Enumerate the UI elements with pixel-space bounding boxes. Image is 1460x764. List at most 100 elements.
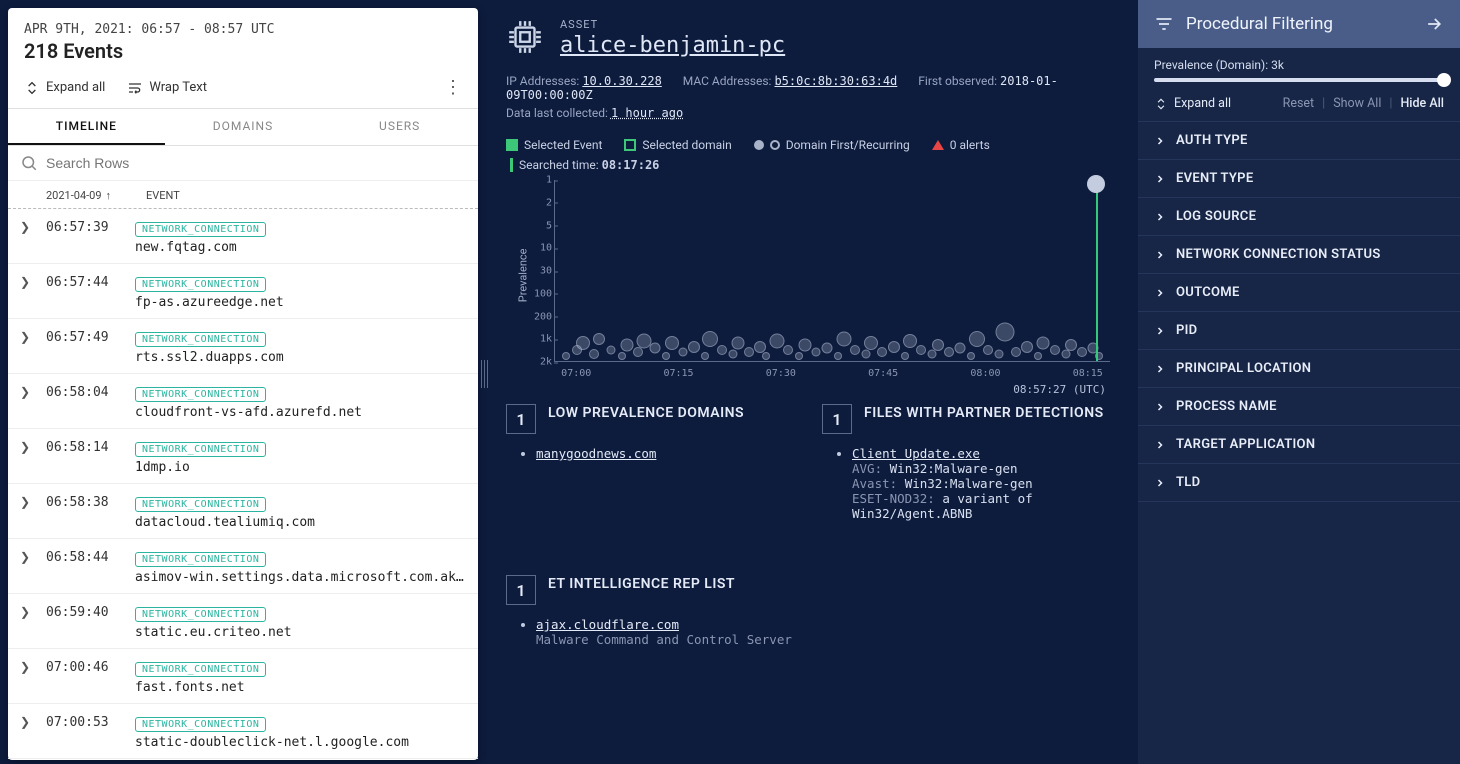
- chart-point[interactable]: [821, 343, 832, 354]
- event-row[interactable]: ❯ 06:59:40 NETWORK_CONNECTION static.eu.…: [8, 594, 478, 649]
- chevron-right-icon[interactable]: ❯: [20, 492, 32, 509]
- chart-point[interactable]: [770, 334, 785, 349]
- chart-point[interactable]: [649, 343, 660, 354]
- chart-point[interactable]: [621, 338, 634, 351]
- chart-point[interactable]: [662, 352, 670, 360]
- chart-point[interactable]: [903, 334, 917, 348]
- chart-point[interactable]: [901, 352, 909, 360]
- chart-point[interactable]: [798, 338, 811, 351]
- chart-point[interactable]: [834, 352, 842, 360]
- chart-point[interactable]: [762, 352, 770, 360]
- expand-all-button[interactable]: Expand all: [24, 80, 105, 96]
- chart-point[interactable]: [995, 349, 1004, 358]
- event-row[interactable]: ❯ 07:01:27 NETWORK_CONNECTION gsp57-ssl-…: [8, 759, 478, 760]
- chevron-right-icon[interactable]: ❯: [20, 602, 32, 619]
- chart-point[interactable]: [995, 323, 1014, 342]
- low-prev-domain-link[interactable]: manygoodnews.com: [536, 446, 656, 461]
- event-row[interactable]: ❯ 06:57:39 NETWORK_CONNECTION new.fqtag.…: [8, 209, 478, 264]
- chart-point[interactable]: [888, 341, 900, 353]
- event-row[interactable]: ❯ 06:57:49 NETWORK_CONNECTION rts.ssl2.d…: [8, 319, 478, 374]
- chart-point[interactable]: [928, 349, 937, 358]
- chart-point[interactable]: [702, 331, 718, 347]
- chart-point[interactable]: [1037, 336, 1050, 349]
- more-menu-button[interactable]: ⋮: [444, 77, 462, 98]
- filter-section[interactable]: LOG SOURCE: [1138, 198, 1460, 236]
- prevalence-slider[interactable]: [1154, 78, 1444, 82]
- tab-domains[interactable]: DOMAINS: [165, 109, 322, 145]
- chevron-right-icon[interactable]: ❯: [20, 437, 32, 454]
- chart-point[interactable]: [589, 349, 599, 359]
- event-row[interactable]: ❯ 07:00:53 NETWORK_CONNECTION static-dou…: [8, 704, 478, 759]
- events-list[interactable]: ❯ 06:57:39 NETWORK_CONNECTION new.fqtag.…: [8, 209, 478, 760]
- event-row[interactable]: ❯ 06:58:04 NETWORK_CONNECTION cloudfront…: [8, 374, 478, 429]
- wrap-text-button[interactable]: Wrap Text: [127, 80, 207, 96]
- tab-timeline[interactable]: TIMELINE: [8, 109, 165, 145]
- et-domain-link[interactable]: ajax.cloudflare.com: [536, 617, 679, 632]
- chart-point[interactable]: [732, 336, 745, 349]
- chart-point[interactable]: [606, 346, 615, 355]
- chart-point[interactable]: [864, 336, 878, 350]
- chart-point[interactable]: [932, 339, 944, 351]
- chart-point[interactable]: [861, 349, 870, 358]
- filter-section[interactable]: EVENT TYPE: [1138, 160, 1460, 198]
- chevron-right-icon[interactable]: ❯: [20, 657, 32, 674]
- chart-point[interactable]: [795, 352, 803, 360]
- filter-section[interactable]: TLD: [1138, 464, 1460, 502]
- event-row[interactable]: ❯ 07:00:46 NETWORK_CONNECTION fast.fonts…: [8, 649, 478, 704]
- filter-section[interactable]: NETWORK CONNECTION STATUS: [1138, 236, 1460, 274]
- chart-point[interactable]: [1061, 349, 1070, 358]
- chevron-right-icon[interactable]: ❯: [20, 217, 32, 234]
- chart-point[interactable]: [1021, 341, 1033, 353]
- chevron-right-icon[interactable]: ❯: [20, 327, 32, 344]
- chart-point[interactable]: [728, 349, 737, 358]
- filter-section[interactable]: AUTH TYPE: [1138, 122, 1460, 160]
- chart-point[interactable]: [1011, 347, 1021, 357]
- chart-point[interactable]: [744, 347, 754, 357]
- filter-section[interactable]: PROCESS NAME: [1138, 388, 1460, 426]
- ip-value[interactable]: 10.0.30.228: [582, 74, 661, 88]
- chart-point[interactable]: [678, 347, 687, 356]
- tab-users[interactable]: USERS: [321, 109, 478, 145]
- chart-point[interactable]: [576, 336, 590, 350]
- chart-point[interactable]: [850, 345, 860, 355]
- chart-point[interactable]: [665, 336, 679, 350]
- chart-point[interactable]: [983, 345, 993, 355]
- chart-point[interactable]: [1050, 345, 1060, 355]
- mac-value[interactable]: b5:0c:8b:30:63:4d: [774, 74, 897, 88]
- chart-point[interactable]: [783, 345, 793, 355]
- chevron-right-icon[interactable]: ❯: [20, 712, 32, 729]
- chart-point[interactable]: [1034, 352, 1042, 360]
- event-row[interactable]: ❯ 06:58:14 NETWORK_CONNECTION 1dmp.io: [8, 429, 478, 484]
- chart-point[interactable]: [717, 345, 727, 355]
- col-event[interactable]: EVENT: [146, 189, 180, 202]
- chart-point[interactable]: [969, 331, 985, 347]
- filter-section[interactable]: OUTCOME: [1138, 274, 1460, 312]
- chart-point[interactable]: [967, 352, 975, 360]
- chevron-right-icon[interactable]: ❯: [20, 547, 32, 564]
- filter-section[interactable]: TARGET APPLICATION: [1138, 426, 1460, 464]
- hide-all-button[interactable]: Hide All: [1400, 96, 1444, 111]
- filter-section[interactable]: PRINCIPAL LOCATION: [1138, 350, 1460, 388]
- col-date[interactable]: 2021-04-09 ↑: [46, 189, 146, 202]
- chart-point[interactable]: [836, 332, 851, 347]
- reset-button[interactable]: Reset: [1283, 96, 1315, 111]
- chart-point[interactable]: [1065, 339, 1077, 351]
- collapse-panel-button[interactable]: [1424, 14, 1444, 34]
- file-link[interactable]: Client Update.exe: [852, 446, 980, 461]
- chart-point[interactable]: [955, 343, 966, 354]
- asset-name-link[interactable]: alice-benjamin-pc: [560, 33, 785, 58]
- filter-section[interactable]: PID: [1138, 312, 1460, 350]
- event-row[interactable]: ❯ 06:58:44 NETWORK_CONNECTION asimov-win…: [8, 539, 478, 594]
- chevron-right-icon[interactable]: ❯: [20, 272, 32, 289]
- chart-point[interactable]: [593, 333, 605, 345]
- chevron-right-icon[interactable]: ❯: [20, 382, 32, 399]
- chart-point[interactable]: [811, 347, 820, 356]
- search-input[interactable]: [46, 155, 466, 171]
- prevalence-chart[interactable]: Prevalence 12510301002001k2k 07:0007:150…: [506, 180, 1110, 390]
- chart-point[interactable]: [916, 345, 926, 355]
- chart-point[interactable]: [701, 352, 709, 360]
- chart-point[interactable]: [618, 352, 626, 360]
- slider-thumb[interactable]: [1437, 73, 1451, 87]
- chart-point[interactable]: [1077, 347, 1087, 357]
- event-row[interactable]: ❯ 06:57:44 NETWORK_CONNECTION fp-as.azur…: [8, 264, 478, 319]
